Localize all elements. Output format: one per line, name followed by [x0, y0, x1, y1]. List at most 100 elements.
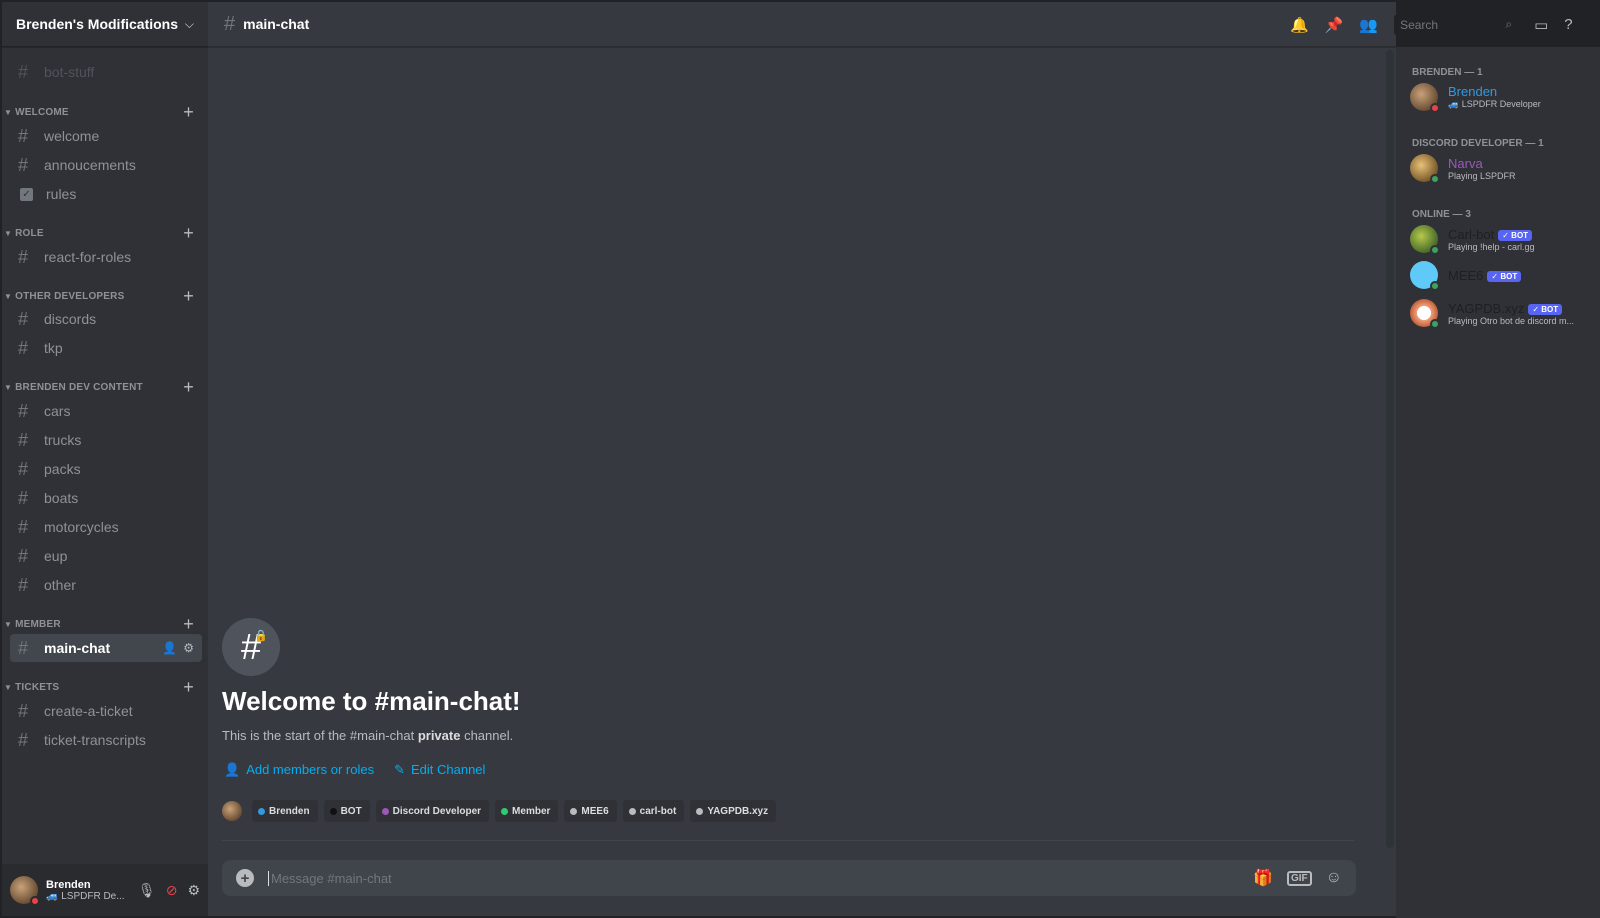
role-label: YAGPDB.xyz	[707, 805, 769, 817]
category-label: TICKETS	[15, 681, 60, 693]
deafen-icon[interactable]: ⊘	[166, 882, 178, 899]
member-name: Brenden	[1448, 84, 1498, 99]
hash-icon: #	[18, 247, 29, 267]
welcome-sub-prefix: This is the start of the #main-chat	[222, 728, 418, 743]
guild-header[interactable]: Brenden's Modifications ⌵	[2, 2, 208, 47]
member-item[interactable]: Narva Playing LSPDFR	[1410, 150, 1590, 186]
inbox-icon[interactable]: ▭	[1534, 16, 1548, 34]
role-pill[interactable]: MEE6	[564, 800, 617, 822]
add-channel-icon[interactable]: +	[183, 102, 194, 123]
role-pill[interactable]: Brenden	[252, 800, 318, 822]
channel-rules[interactable]: ✓ rules	[10, 180, 202, 208]
members-icon[interactable]: 👥	[1359, 16, 1378, 34]
role-pill[interactable]: Discord Developer	[375, 800, 490, 822]
hash-icon: #	[224, 12, 236, 35]
add-channel-icon[interactable]: +	[183, 377, 194, 398]
category-other-developers[interactable]: ▼ OTHER DEVELOPERS +	[4, 286, 200, 307]
member-group-title: ONLINE — 3	[1412, 209, 1471, 220]
channel-packs[interactable]: # packs	[10, 455, 202, 483]
member-item[interactable]: Carl-bot ✓ BOT Playing !help - carl.gg	[1410, 221, 1590, 257]
channel-welcome[interactable]: # welcome	[10, 122, 202, 150]
channel-label: eup	[44, 548, 68, 564]
invite-icon[interactable]: 👤	[162, 641, 177, 655]
member-name-text: YAGPDB.xyz	[1448, 300, 1525, 316]
search-placeholder: Search	[1400, 17, 1439, 32]
channel-discords[interactable]: # discords	[10, 305, 202, 333]
channel-label: discords	[44, 311, 97, 327]
category-brenden-dev-content[interactable]: ▼ BRENDEN DEV CONTENT +	[4, 377, 200, 398]
channel-boats[interactable]: # boats	[10, 484, 202, 512]
member-item[interactable]: YAGPDB.xyz ✓ BOT Playing Otro bot de disc…	[1410, 295, 1590, 331]
add-channel-icon[interactable]: +	[183, 677, 194, 698]
category-label: ROLE	[15, 227, 44, 239]
welcome-sub-bold: private	[417, 728, 461, 743]
channel-label: welcome	[44, 128, 100, 144]
role-color-dot	[628, 807, 636, 815]
divider	[222, 840, 1354, 841]
member-name: Carl-bot ✓ BOT	[1448, 227, 1588, 242]
category-role[interactable]: ▼ ROLE +	[4, 223, 200, 244]
edit-channel-label: Edit Channel	[410, 762, 486, 777]
welcome-sub-suffix: channel.	[460, 728, 514, 743]
role-pill[interactable]: BOT	[323, 800, 370, 822]
role-pill[interactable]: Member	[495, 800, 559, 822]
mute-mic-icon[interactable]: 🎙	[138, 882, 156, 899]
edit-channel-button[interactable]: ✎ Edit Channel	[394, 762, 485, 778]
status-icon	[1430, 174, 1440, 184]
user-controls: 🎙 ⊘ ⚙	[138, 882, 200, 899]
bot-badge: ✓ BOT	[1528, 303, 1563, 315]
role-pill[interactable]: YAGPDB.xyz	[690, 800, 777, 822]
role-pill[interactable]: carl-bot	[622, 800, 685, 822]
role-color-dot	[501, 807, 509, 815]
avatar[interactable]	[10, 876, 40, 906]
channel-label: ticket-transcripts	[44, 732, 146, 748]
channel-cars[interactable]: # cars	[10, 397, 202, 425]
gear-icon[interactable]: ⚙	[183, 641, 194, 655]
channel-bot-stuff[interactable]: # bot-stuff	[10, 58, 202, 86]
channel-ticket-transcripts[interactable]: # ticket-transcripts	[10, 726, 202, 754]
user-info[interactable]: Brenden 🚙 LSPDFR De...	[46, 879, 138, 902]
channel-main-chat[interactable]: # main-chat 👤 ⚙	[10, 634, 202, 662]
channel-trucks[interactable]: # trucks	[10, 426, 202, 454]
channel-list: # bot-stuff ▼ WELCOME + # welcome # anno…	[2, 58, 208, 860]
category-welcome[interactable]: ▼ WELCOME +	[4, 102, 200, 123]
category-label: OTHER DEVELOPERS	[15, 290, 125, 302]
channel-title: main-chat	[243, 16, 310, 32]
search-input[interactable]: Search ⌕	[1394, 13, 1519, 36]
hash-icon: #	[18, 638, 29, 658]
channel-other[interactable]: # other	[10, 571, 202, 599]
member-item[interactable]: MEE6 ✓ BOT	[1410, 257, 1590, 293]
category-member[interactable]: ▼ MEMBER +	[4, 614, 200, 635]
channel-react-for-roles[interactable]: # react-for-roles	[10, 243, 202, 271]
emoji-icon[interactable]: ☺	[1326, 869, 1342, 887]
add-channel-icon[interactable]: +	[183, 286, 194, 307]
channel-create-a-ticket[interactable]: # create-a-ticket	[10, 697, 202, 725]
channel-label: boats	[44, 490, 79, 506]
channel-eup[interactable]: # eup	[10, 542, 202, 570]
category-label: WELCOME	[15, 106, 69, 118]
settings-gear-icon[interactable]: ⚙	[187, 882, 200, 899]
add-channel-icon[interactable]: +	[183, 223, 194, 244]
add-members-button[interactable]: 👤 Add members or roles	[224, 762, 374, 778]
avatar	[1410, 83, 1440, 113]
hash-icon: #	[18, 459, 29, 479]
hash-icon: #	[18, 517, 29, 537]
channel-motorcycles[interactable]: # motorcycles	[10, 513, 202, 541]
channel-tkp[interactable]: # tkp	[10, 334, 202, 362]
role-color-dot	[570, 807, 578, 815]
member-activity: Playing Otro bot de discord m...	[1448, 315, 1575, 326]
category-tickets[interactable]: ▼ TICKETS +	[4, 677, 200, 698]
help-icon[interactable]: ?	[1564, 16, 1572, 33]
chevron-down-icon[interactable]: ⌵	[185, 17, 194, 32]
member-item[interactable]: Brenden 🚙 LSPDFR Developer	[1410, 79, 1590, 115]
bell-icon[interactable]: 🔔	[1290, 16, 1309, 34]
gif-button[interactable]: GIF	[1286, 870, 1312, 886]
pin-icon[interactable]: 📌	[1325, 16, 1344, 34]
message-input[interactable]: Message #main-chat	[268, 870, 1253, 886]
member-name-text: Carl-bot	[1448, 226, 1495, 242]
gift-icon[interactable]: 🎁	[1253, 868, 1273, 888]
upload-plus-icon[interactable]: +	[236, 869, 254, 887]
channel-annoucements[interactable]: # annoucements	[10, 151, 202, 179]
scrollbar[interactable]	[1386, 50, 1394, 848]
add-channel-icon[interactable]: +	[183, 614, 194, 635]
